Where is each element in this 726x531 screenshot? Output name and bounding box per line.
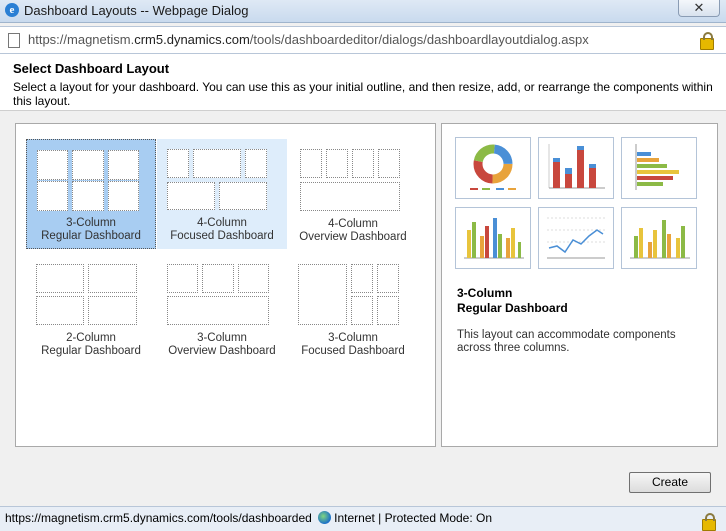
close-button[interactable]: ✕ [678,0,720,17]
window-title: Dashboard Layouts -- Webpage Dialog [24,3,249,18]
layout-block [300,182,400,211]
layout-block [36,264,84,293]
layout-block [72,150,104,180]
column-chart-icon [455,207,531,269]
globe-icon [318,511,332,524]
layout-label: 2-Column Regular Dashboard [41,332,141,357]
column-chart-icon [621,207,697,269]
layout-block [351,264,373,293]
layout-block [238,264,269,293]
preview-description: This layout can accommodate components a… [457,329,676,354]
layout-block [298,264,347,325]
layout-tile-4col-focused[interactable]: 4-Column Focused Dashboard [157,139,287,249]
layout-block [167,149,189,178]
layout-tile-2col-regular[interactable]: 2-Column Regular Dashboard [26,254,156,364]
layout-label: 3-Column Regular Dashboard [41,217,141,242]
lock-icon[interactable] [702,513,716,531]
layout-block [202,264,234,293]
layout-tile-4col-overview[interactable]: 4-Column Overview Dashboard [288,139,418,249]
layout-block [300,149,322,178]
layout-label: 3-Column Overview Dashboard [168,332,276,357]
dialog-title: Select Dashboard Layout [13,61,170,76]
layout-block [352,149,374,178]
layout-tile-3col-regular[interactable]: 3-Column Regular Dashboard [26,139,156,249]
title-bar: e Dashboard Layouts -- Webpage Dialog ✕ [0,0,726,23]
layout-block [167,296,269,325]
layout-block [219,182,267,210]
layout-block [167,182,215,210]
layout-block [378,149,400,178]
dialog-description: Select a layout for your dashboard. You … [13,80,713,108]
layout-block [88,296,137,325]
donut-chart-icon [455,137,531,199]
layout-block [193,149,241,178]
layout-label: 4-Column Focused Dashboard [170,217,274,242]
layout-block [108,150,139,180]
layout-panel: 3-Column Regular Dashboard 4-Column Focuse… [15,123,436,447]
bar-chart-icon [621,137,697,199]
layout-block [37,150,68,180]
preview-panel: 3-Column Regular Dashboard This layout ca… [441,123,718,447]
stacked-column-chart-icon [538,137,614,199]
address-bar: https://magnetism.crm5.dynamics.com/tool… [0,26,726,54]
layout-label: 4-Column Overview Dashboard [299,218,407,243]
lock-icon[interactable] [700,32,714,50]
status-text: https://magnetism.crm5.dynamics.com/tool… [5,511,493,525]
layout-block [37,181,68,211]
layout-block [377,264,399,293]
line-chart-icon [538,207,614,269]
preview-title: 3-Column Regular Dashboard [457,286,568,315]
layout-block [72,181,104,211]
layout-tile-3col-focused[interactable]: 3-Column Focused Dashboard [288,254,418,364]
layout-block [108,181,139,211]
layout-block [36,296,84,325]
layout-block [88,264,137,293]
status-bar: https://magnetism.crm5.dynamics.com/tool… [0,506,726,531]
layout-block [167,264,198,293]
layout-block [245,149,267,178]
page-icon [8,33,20,48]
create-button[interactable]: Create [629,472,711,493]
layout-block [377,296,399,325]
layout-block [351,296,373,325]
ie-icon: e [5,3,19,17]
layout-tile-3col-overview[interactable]: 3-Column Overview Dashboard [157,254,287,364]
layout-block [326,149,348,178]
address-url: https://magnetism.crm5.dynamics.com/tool… [28,32,589,47]
dialog-header: Select Dashboard Layout Select a layout … [0,54,726,111]
layout-label: 3-Column Focused Dashboard [301,332,405,357]
